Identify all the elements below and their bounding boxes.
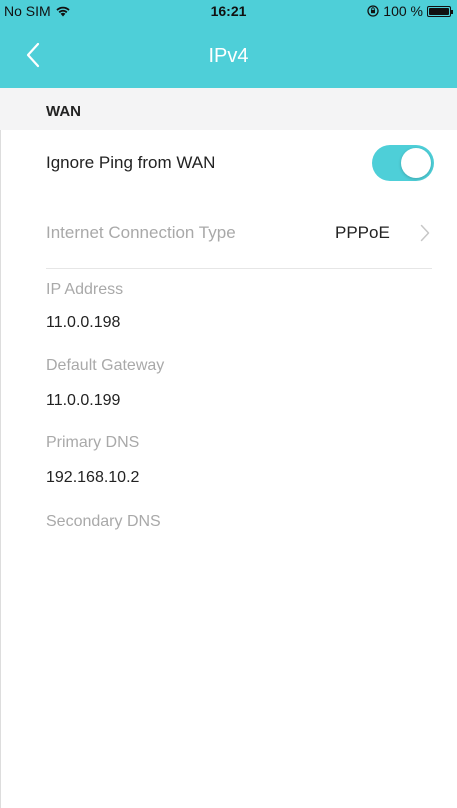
connection-type-row[interactable]: Internet Connection Type PPPoE: [0, 200, 457, 264]
section-header-wan: WAN: [0, 88, 457, 130]
battery-percent: 100 %: [383, 3, 423, 19]
page-title: IPv4: [208, 45, 249, 67]
connection-type-value: PPPoE: [335, 223, 390, 242]
default-gateway-label: Default Gateway: [46, 357, 165, 374]
section-title: WAN: [46, 103, 81, 120]
ignore-ping-label: Ignore Ping from WAN: [46, 153, 216, 172]
chevron-right-icon: [420, 224, 430, 242]
default-gateway-value: 11.0.0.199: [46, 392, 121, 409]
battery-icon: [427, 5, 453, 17]
divider: [46, 268, 432, 269]
secondary-dns-label: Secondary DNS: [46, 513, 161, 530]
lock-rotation-icon: [367, 5, 379, 17]
ip-address-value: 11.0.0.198: [46, 314, 121, 331]
toggle-knob: [401, 148, 431, 178]
nav-bar: IPv4: [0, 22, 457, 88]
ignore-ping-toggle[interactable]: [372, 145, 434, 181]
status-bar: No SIM 16:21 100 %: [0, 0, 457, 22]
ignore-ping-row: Ignore Ping from WAN: [0, 130, 457, 194]
primary-dns-value: 192.168.10.2: [46, 469, 140, 486]
status-right-group: 100 %: [367, 3, 453, 19]
connection-type-label: Internet Connection Type: [46, 223, 236, 242]
ip-address-label: IP Address: [46, 281, 124, 298]
primary-dns-label: Primary DNS: [46, 434, 140, 451]
left-border: [0, 88, 1, 808]
